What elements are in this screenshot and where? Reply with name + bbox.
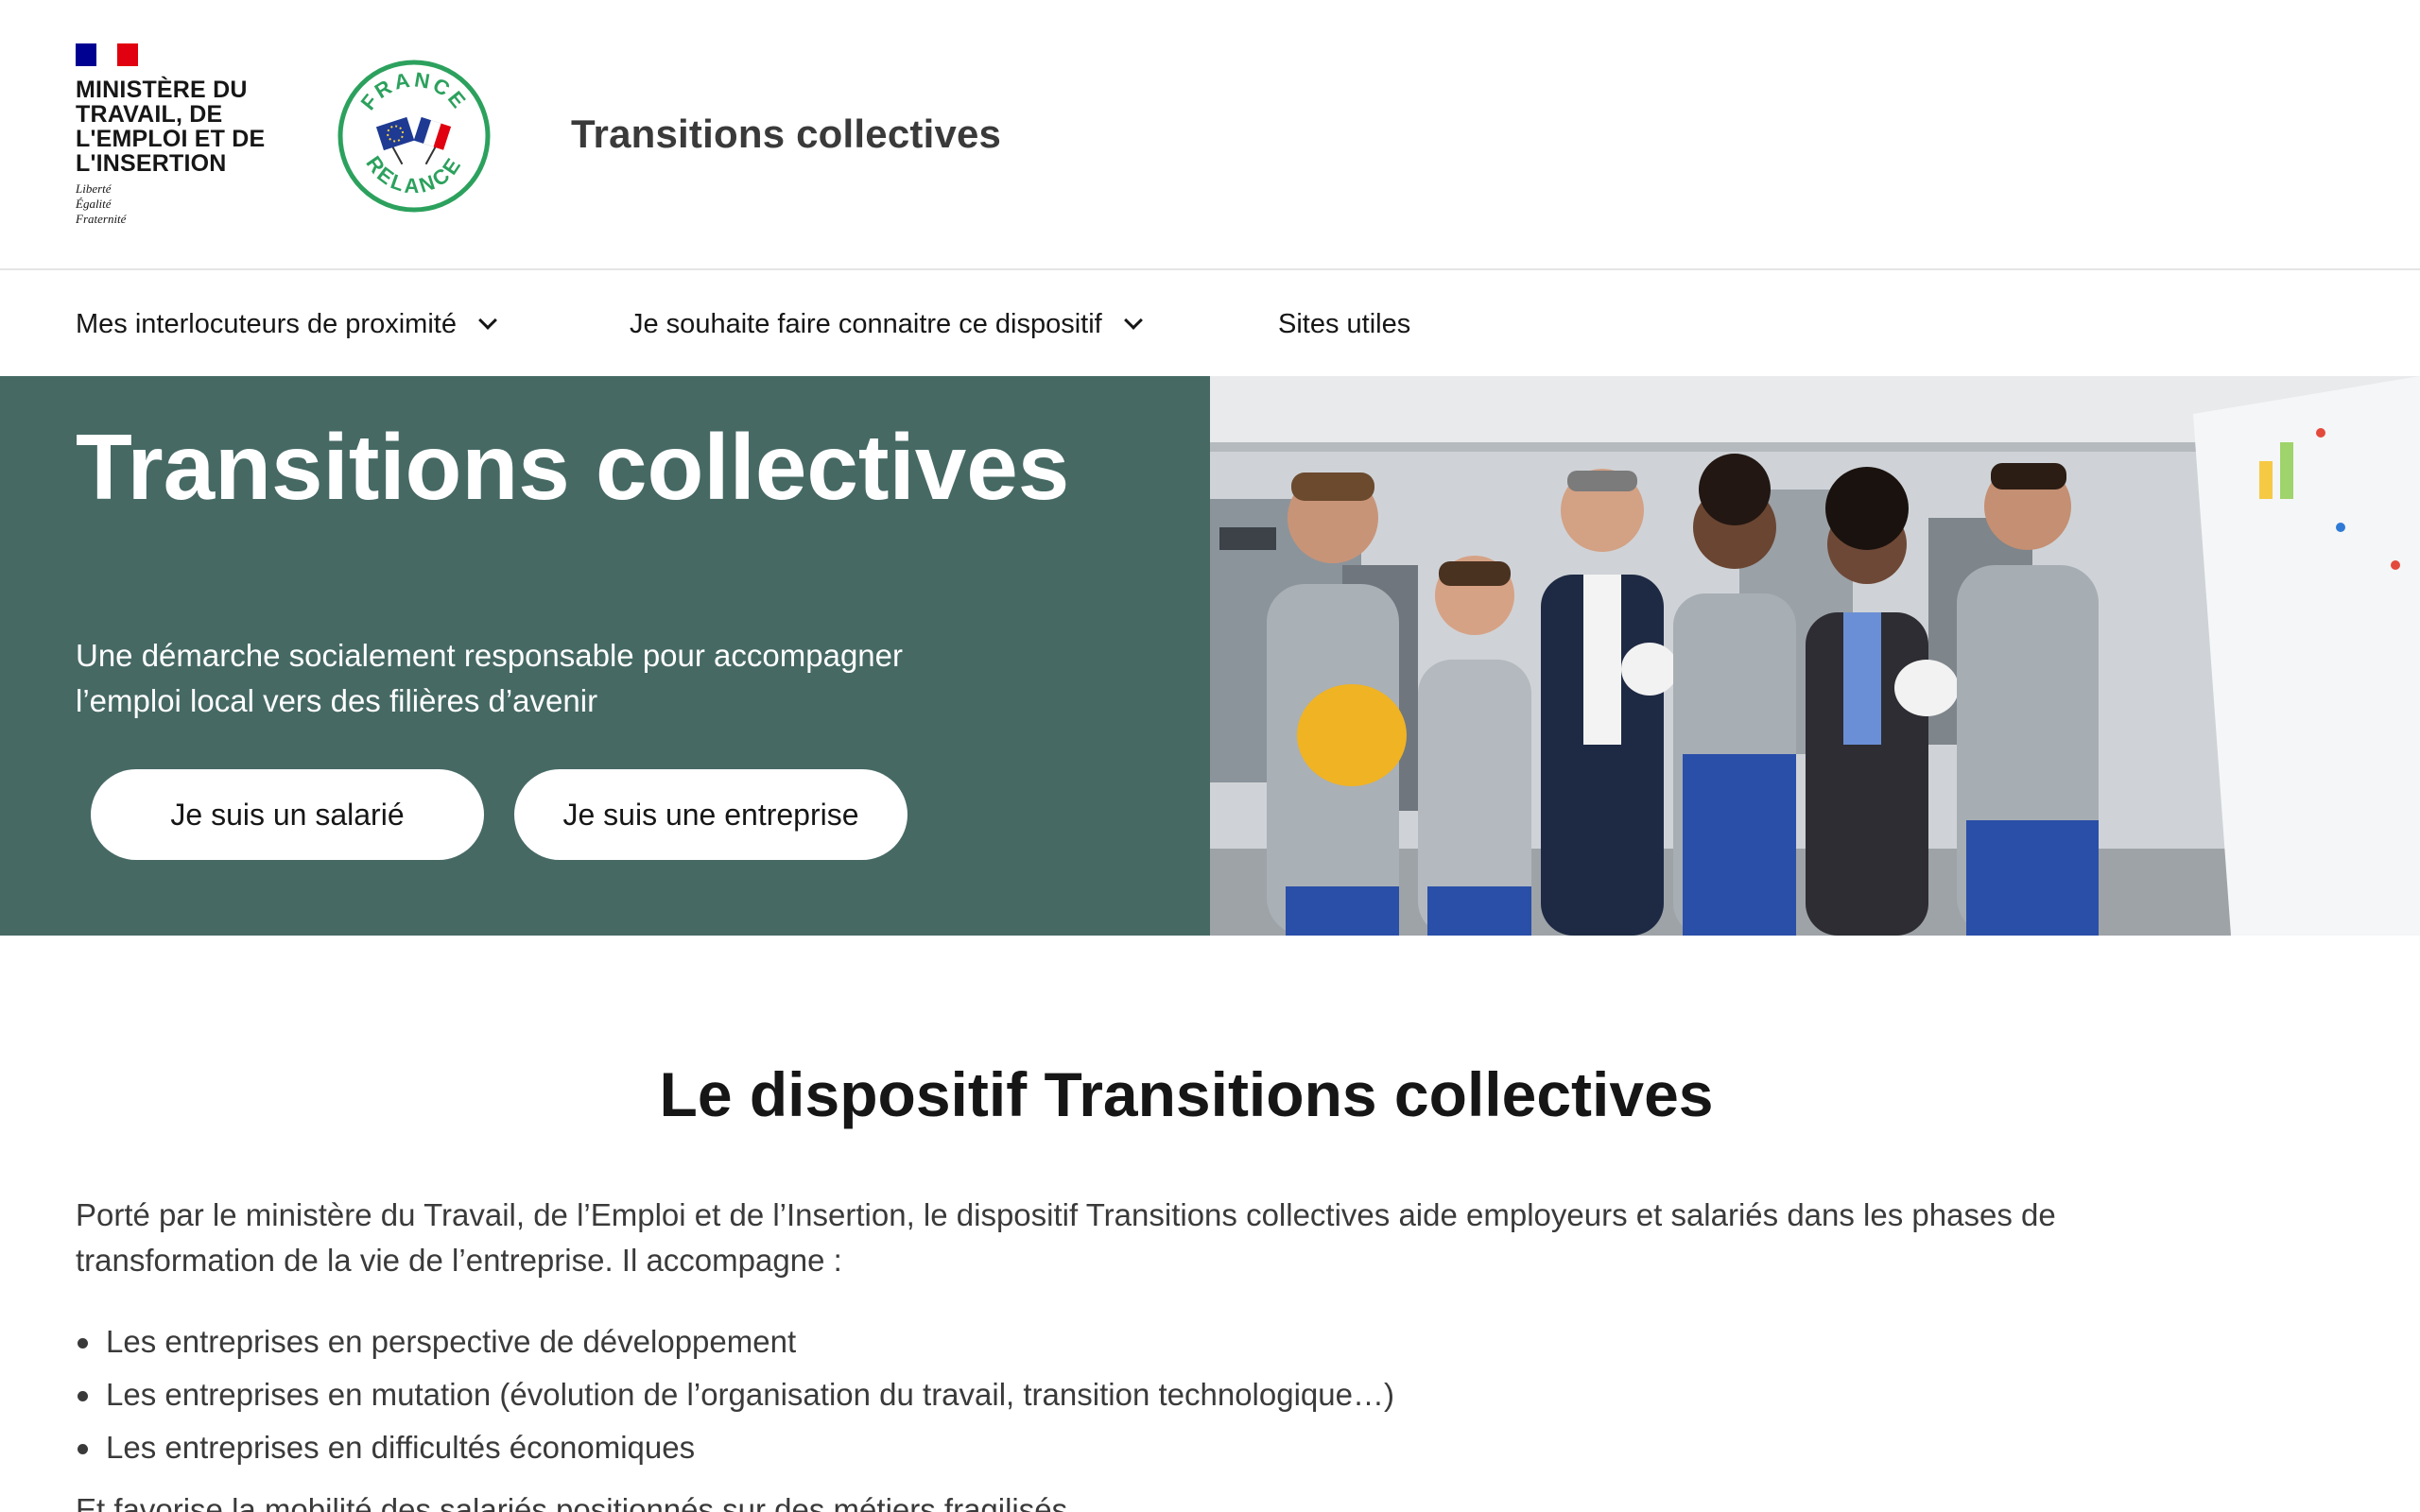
entreprise-button[interactable]: Je suis une entreprise — [514, 769, 908, 860]
trailing-paragraph: Et favorise la mobilité des salariés pos… — [76, 1492, 1068, 1512]
hero-panel: Transitions collectives Une démarche soc… — [0, 376, 1210, 936]
salarie-button[interactable]: Je suis un salarié — [91, 769, 484, 860]
ministry-name: MINISTÈRE DU TRAVAIL, DE L'EMPLOI ET DE … — [76, 77, 266, 177]
motto-line: Égalité — [76, 197, 112, 211]
chevron-down-icon — [1123, 311, 1143, 330]
section-title: Le dispositif Transitions collectives — [659, 1059, 1714, 1129]
hero-title: Transitions collectives — [76, 415, 1070, 519]
beneficiaries-list: Les entreprises en perspective de dévelo… — [76, 1315, 2155, 1474]
nav-item-sites-utiles[interactable]: Sites utiles — [1278, 272, 1410, 376]
site-header: MINISTÈRE DU TRAVAIL, DE L'EMPLOI ET DE … — [0, 0, 2420, 270]
chevron-down-icon — [478, 311, 497, 330]
nav-item-label: Je souhaite faire connaitre ce dispositi… — [630, 308, 1102, 339]
hero-banner: Transitions collectives Une démarche soc… — [0, 376, 2420, 936]
nav-item-label: Mes interlocuteurs de proximité — [76, 308, 457, 339]
republic-motto: Liberté Égalité Fraternité — [76, 181, 284, 227]
motto-line: Fraternité — [76, 212, 127, 226]
list-item: Les entreprises en difficultés économiqu… — [76, 1421, 2155, 1474]
main-navigation: Mes interlocuteurs de proximité Je souha… — [0, 272, 2420, 376]
intro-paragraph: Porté par le ministère du Travail, de l’… — [76, 1197, 2056, 1278]
factory-workers-illustration — [1210, 376, 2420, 936]
republic-flag-icon — [76, 43, 138, 66]
france-relance-logo[interactable]: FRANCE RELANCE — [337, 59, 492, 214]
list-item: Les entreprises en perspective de dévelo… — [76, 1315, 2155, 1368]
hero-image — [1210, 376, 2420, 936]
motto-line: Liberté — [76, 181, 112, 196]
ministry-logo[interactable]: MINISTÈRE DU TRAVAIL, DE L'EMPLOI ET DE … — [76, 43, 284, 227]
nav-item-label: Sites utiles — [1278, 308, 1411, 339]
nav-item-interlocuteurs[interactable]: Mes interlocuteurs de proximité — [76, 272, 497, 376]
hero-subtitle: Une démarche socialement responsable pou… — [76, 638, 903, 718]
list-item: Les entreprises en mutation (évolution d… — [76, 1368, 2155, 1421]
nav-item-faire-connaitre[interactable]: Je souhaite faire connaitre ce dispositi… — [630, 272, 1143, 376]
site-title[interactable]: Transitions collectives — [571, 112, 1001, 157]
